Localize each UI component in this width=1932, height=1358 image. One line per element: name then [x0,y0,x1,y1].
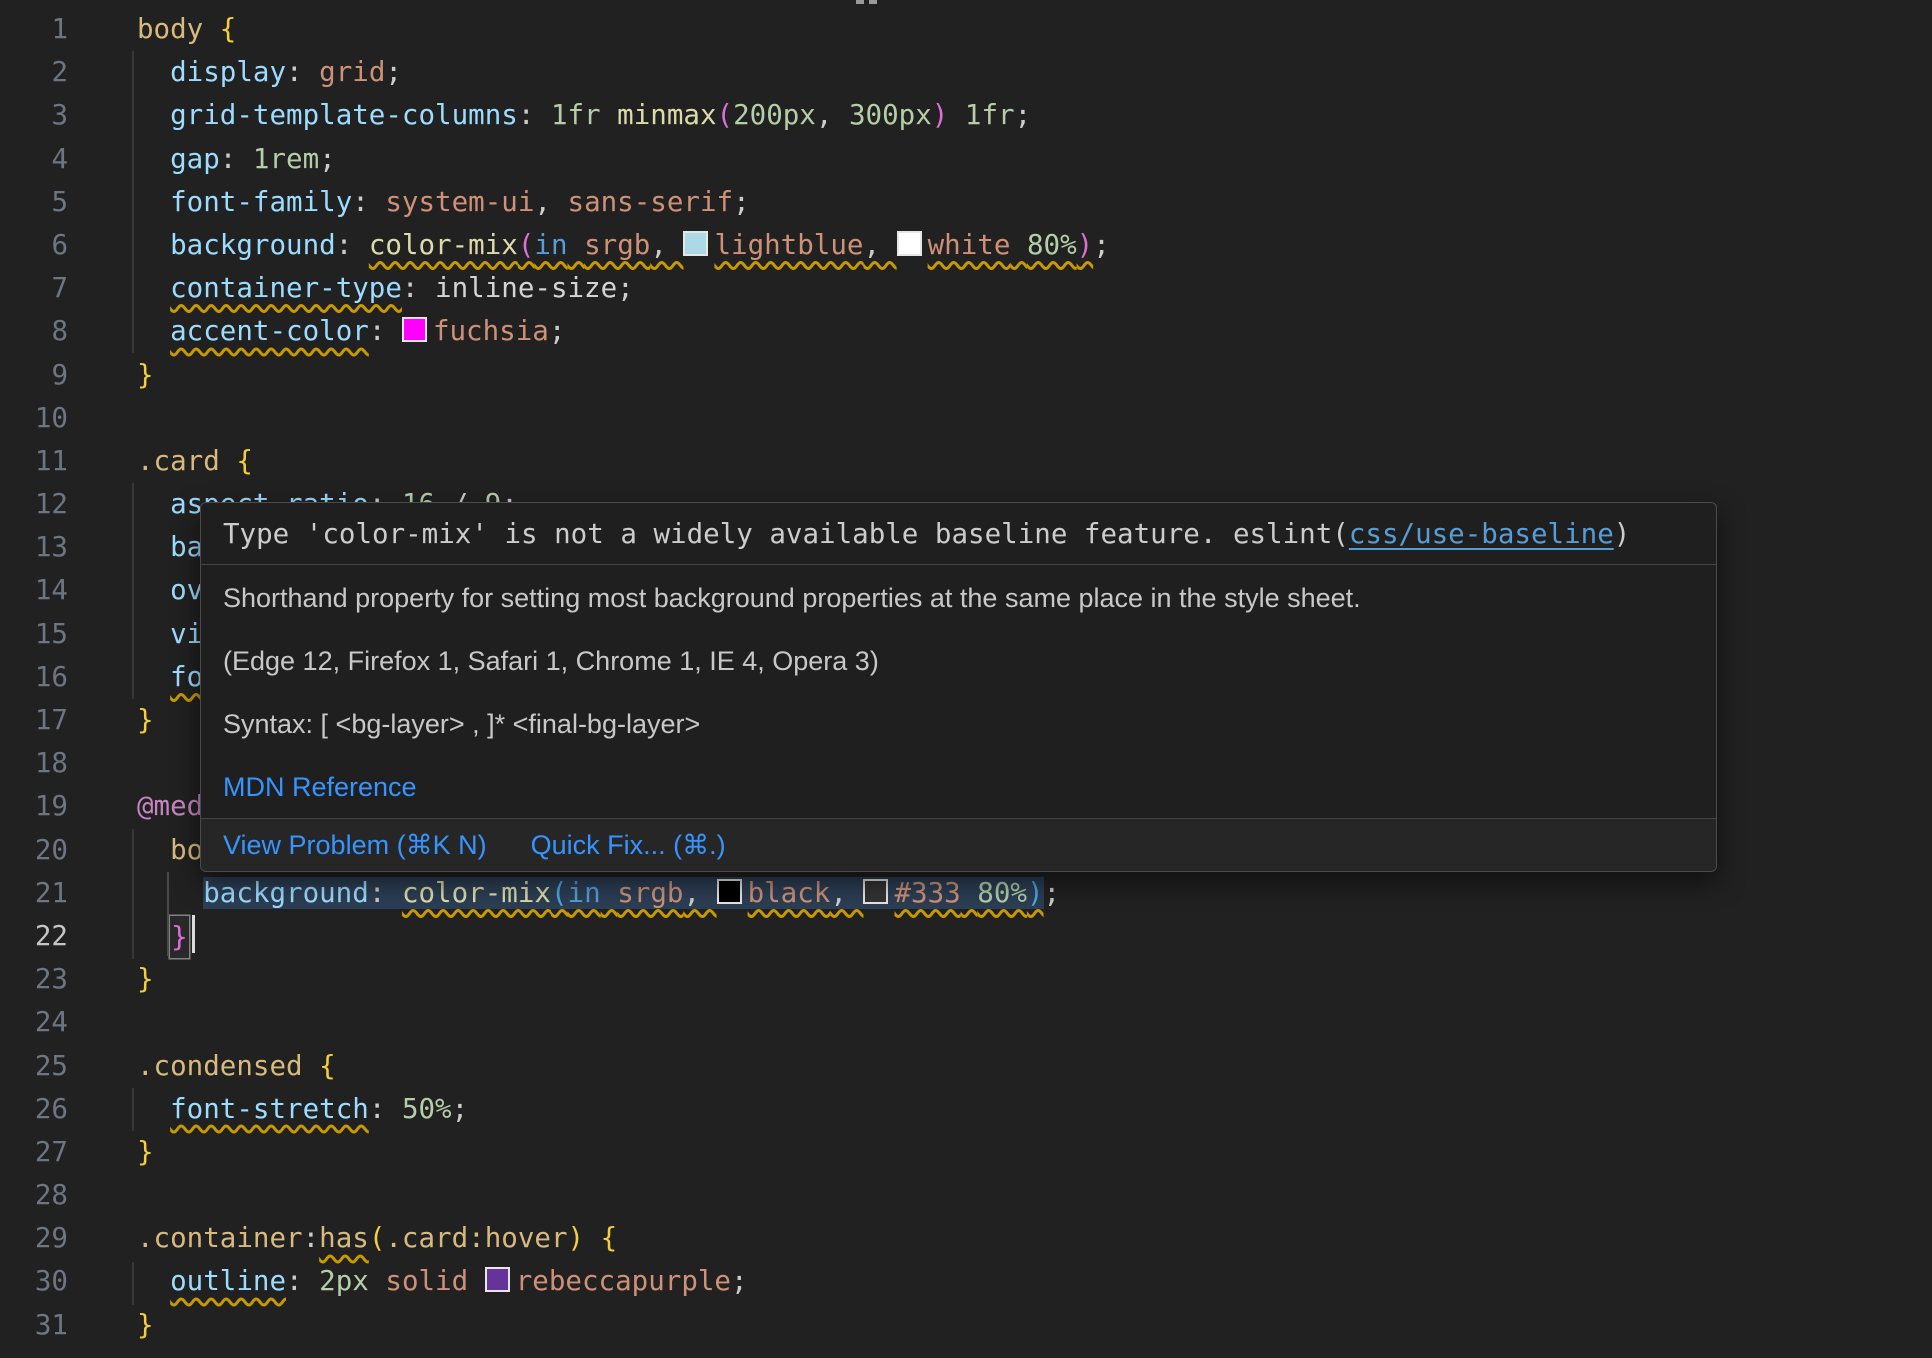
diagnostic-message: Type 'color-mix' is not a widely availab… [201,503,1716,565]
diagnostic-text: Type 'color-mix' is not a widely availab… [223,518,1349,550]
line-number[interactable]: 11 [0,440,68,483]
code-line[interactable]: 30 outline: 2px solid rebeccapurple; [0,1260,1932,1303]
clipped-text-artifact [869,0,877,4]
indent-guide-active [167,872,169,956]
code-line[interactable]: 1body { [0,8,1932,51]
syntax-line: Syntax: [ <bg-layer> , ]* <final-bg-laye… [223,708,1694,740]
line-number[interactable]: 12 [0,483,68,526]
code-line[interactable]: 11.card { [0,440,1932,483]
color-swatch[interactable] [863,879,888,904]
view-problem-button[interactable]: View Problem (⌘K N) [223,829,487,861]
line-number[interactable]: 19 [0,785,68,828]
line-number[interactable]: 9 [0,354,68,397]
code-editor[interactable]: 1body {2 display: grid;3 grid-template-c… [0,0,1932,1358]
code-line[interactable]: 8 accent-color: fuchsia; [0,310,1932,353]
color-swatch[interactable] [717,879,742,904]
code-line[interactable]: 23} [0,958,1932,1001]
clipped-text-artifact [856,0,864,4]
mdn-reference-link[interactable]: MDN Reference [223,772,417,802]
line-number[interactable]: 21 [0,872,68,915]
code-line[interactable]: 25.condensed { [0,1045,1932,1088]
indent-guide [132,51,134,353]
code-line[interactable]: 3 grid-template-columns: 1fr minmax(200p… [0,94,1932,137]
line-number[interactable]: 22 [0,915,68,958]
line-number[interactable]: 14 [0,569,68,612]
line-number[interactable]: 7 [0,267,68,310]
line-number[interactable]: 17 [0,699,68,742]
line-number[interactable]: 24 [0,1001,68,1044]
line-number[interactable]: 18 [0,742,68,785]
indent-guide [132,829,134,959]
line-number[interactable]: 26 [0,1088,68,1131]
line-number[interactable]: 15 [0,613,68,656]
color-swatch[interactable] [897,231,922,256]
code-line[interactable]: 10 [0,397,1932,440]
code-line[interactable]: 6 background: color-mix(in srgb, lightbl… [0,224,1932,267]
eslint-rule-link[interactable]: css/use-baseline [1349,518,1614,550]
line-number[interactable]: 1 [0,8,68,51]
text-cursor [192,915,195,953]
line-number[interactable]: 5 [0,181,68,224]
line-number[interactable]: 13 [0,526,68,569]
code-line[interactable]: 24 [0,1001,1932,1044]
line-number[interactable]: 30 [0,1260,68,1303]
property-description: Shorthand property for setting most back… [223,582,1694,614]
color-swatch[interactable] [683,231,708,256]
color-swatch[interactable] [485,1267,510,1292]
code-line[interactable]: 4 gap: 1rem; [0,138,1932,181]
line-number[interactable]: 6 [0,224,68,267]
line-number[interactable]: 3 [0,94,68,137]
line-number[interactable]: 16 [0,656,68,699]
color-swatch[interactable] [402,317,427,342]
indent-guide [132,1088,134,1131]
line-number[interactable]: 31 [0,1304,68,1347]
line-number[interactable]: 29 [0,1217,68,1260]
line-number[interactable]: 4 [0,138,68,181]
hover-actions: View Problem (⌘K N) Quick Fix... (⌘.) [201,818,1716,871]
browser-support: (Edge 12, Firefox 1, Safari 1, Chrome 1,… [223,645,1694,677]
code-line[interactable]: 22 } [0,915,1932,958]
quick-fix-button[interactable]: Quick Fix... (⌘.) [531,829,726,861]
hover-docs: Shorthand property for setting most back… [201,565,1716,818]
code-line[interactable]: 29.container:has(.card:hover) { [0,1217,1932,1260]
line-number[interactable]: 20 [0,829,68,872]
code-line[interactable]: 7 container-type: inline-size; [0,267,1932,310]
indent-guide [132,483,134,699]
code-line[interactable]: 9} [0,354,1932,397]
code-line[interactable]: 2 display: grid; [0,51,1932,94]
code-line[interactable]: 28 [0,1174,1932,1217]
code-line[interactable]: 27} [0,1131,1932,1174]
code-line[interactable]: 31} [0,1304,1932,1347]
code-line[interactable]: 26 font-stretch: 50%; [0,1088,1932,1131]
line-number[interactable]: 27 [0,1131,68,1174]
code-line[interactable]: 5 font-family: system-ui, sans-serif; [0,181,1932,224]
line-number[interactable]: 25 [0,1045,68,1088]
line-number[interactable]: 2 [0,51,68,94]
line-number[interactable]: 8 [0,310,68,353]
indent-guide [132,1262,134,1305]
code-line[interactable]: 21 background: color-mix(in srgb, black,… [0,872,1932,915]
diagnostic-text-suffix: ) [1614,518,1631,550]
hover-tooltip: Type 'color-mix' is not a widely availab… [200,502,1717,872]
line-number[interactable]: 28 [0,1174,68,1217]
line-number[interactable]: 23 [0,958,68,1001]
line-number[interactable]: 10 [0,397,68,440]
